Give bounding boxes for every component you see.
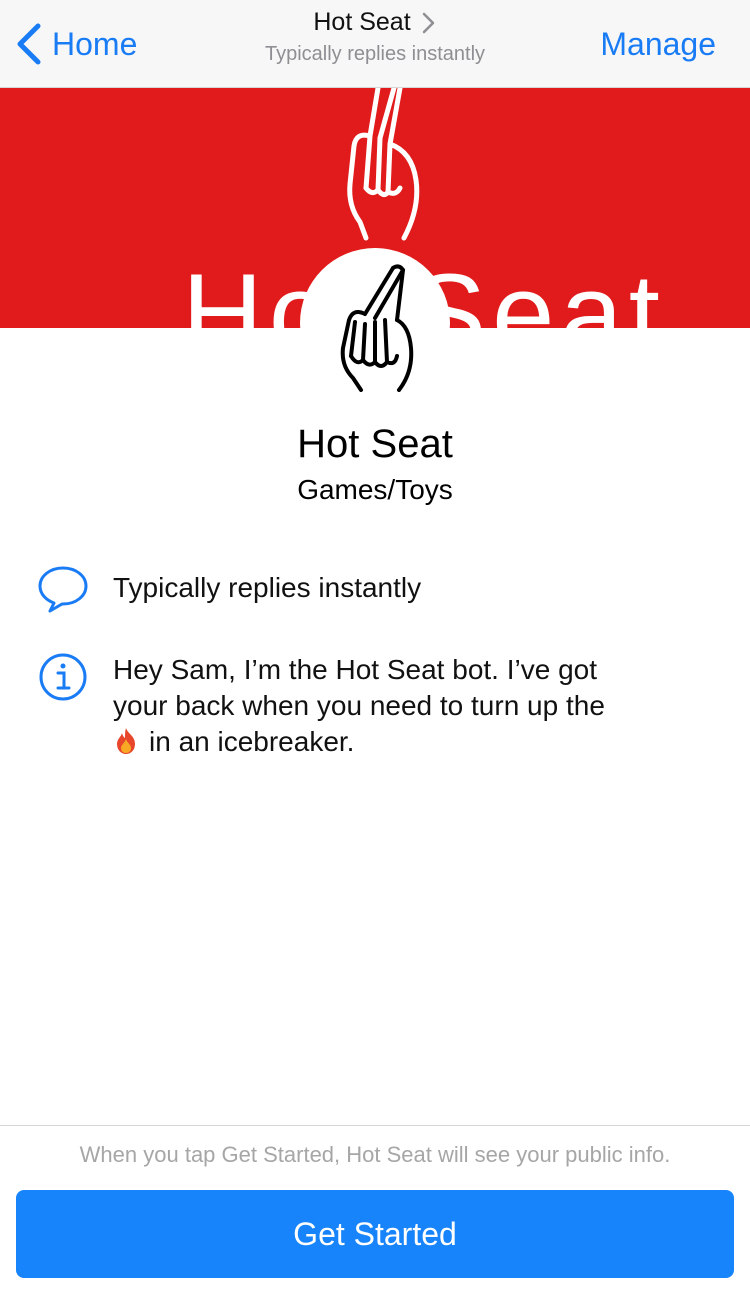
about-line-1: Hey Sam, I’m the Hot Seat bot. I’ve got (113, 654, 597, 685)
response-time-row: Typically replies instantly (36, 564, 716, 624)
navigation-bar: Home Hot Seat Typically replies instantl… (0, 0, 750, 88)
about-row: Hey Sam, I’m the Hot Seat bot. I’ve got … (36, 652, 716, 772)
back-button[interactable]: Home (14, 22, 137, 66)
chevron-right-icon (422, 12, 434, 33)
privacy-notice: When you tap Get Started, Hot Seat will … (79, 1142, 671, 1167)
info-icon (39, 653, 87, 701)
title-subtitle: Typically replies instantly (264, 43, 486, 65)
avatar (300, 248, 450, 398)
speech-bubble-icon (38, 566, 88, 613)
page-category: Games/Toys (297, 474, 453, 505)
response-time-text: Typically replies instantly (113, 572, 422, 603)
about-text: Hey Sam, I’m the Hot Seat bot. I’ve got … (113, 652, 716, 760)
page-name: Hot Seat (297, 422, 453, 466)
chevron-left-icon (17, 23, 41, 65)
about-line-3: in an icebreaker. (113, 724, 716, 760)
crossed-fingers-icon (347, 88, 420, 241)
fire-icon (117, 728, 135, 754)
back-label: Home (52, 25, 138, 62)
page-title: Hot Seat (313, 8, 411, 36)
conversation-title[interactable]: Hot Seat Typically replies instantly (150, 8, 600, 66)
manage-button[interactable]: Manage (600, 26, 716, 63)
about-line-3-text: in an icebreaker. (149, 726, 355, 757)
get-started-button[interactable]: Get Started (16, 1190, 734, 1278)
crossed-fingers-icon (340, 264, 414, 392)
footer-divider (0, 1125, 750, 1126)
about-line-2: your back when you need to turn up the (113, 690, 605, 721)
